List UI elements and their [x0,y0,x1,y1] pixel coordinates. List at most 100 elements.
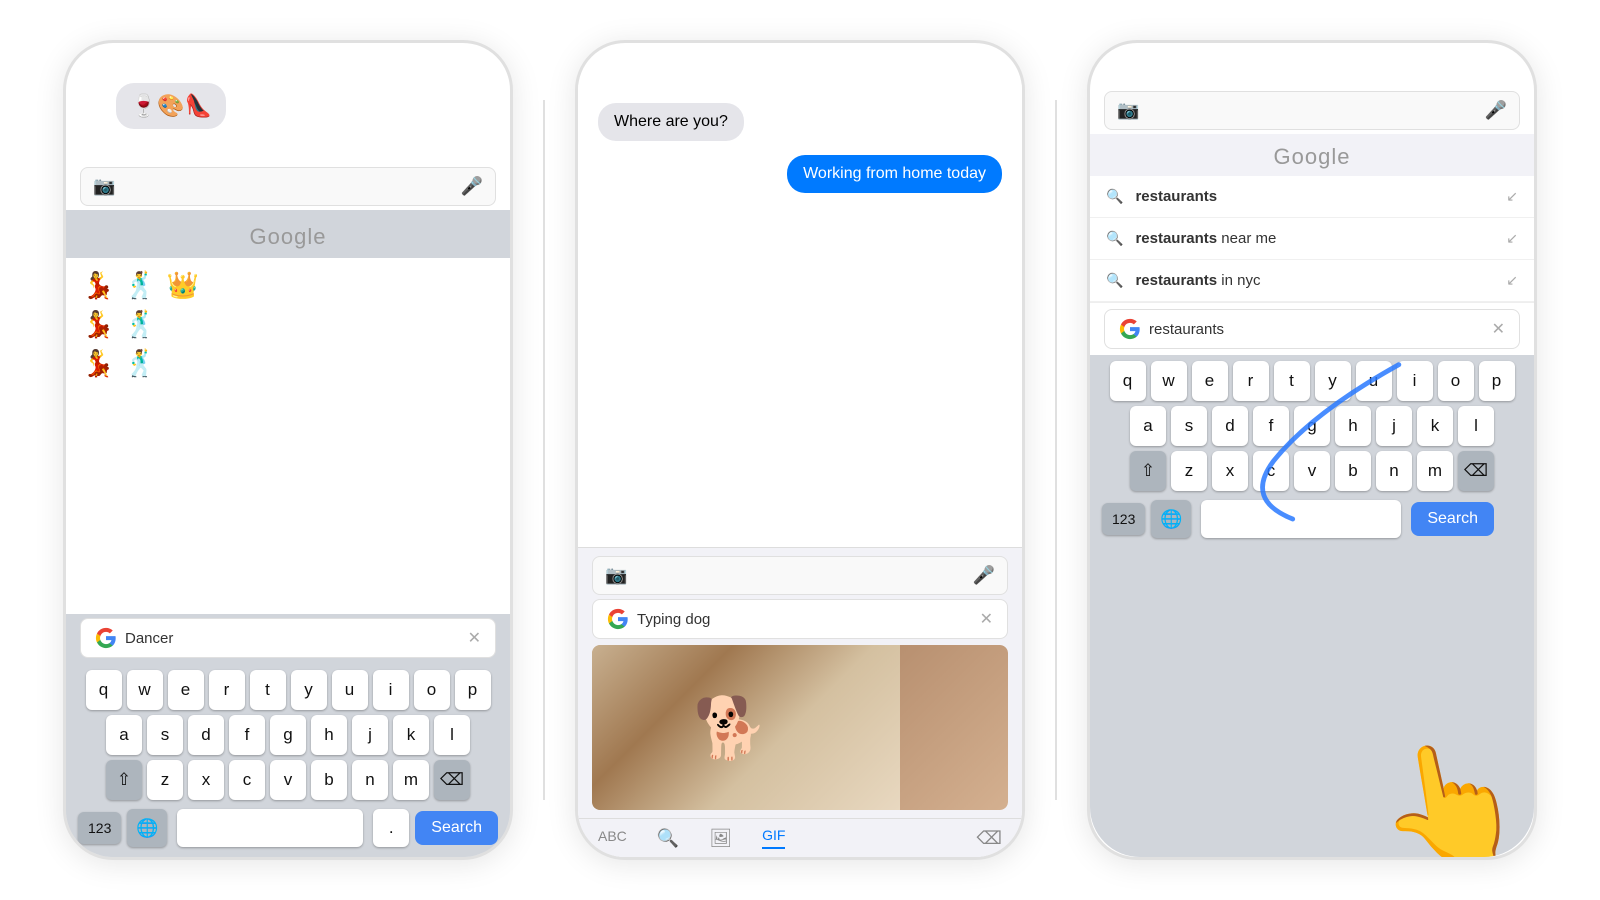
key-h[interactable]: h [311,715,347,755]
key-k[interactable]: k [393,715,429,755]
key-x[interactable]: x [188,760,224,800]
key-n[interactable]: n [352,760,388,800]
phone3-search-button[interactable]: Search [1411,502,1494,536]
key-g[interactable]: g [270,715,306,755]
suggestion-arrow-2: ↙ [1506,230,1518,247]
key-p3-r[interactable]: r [1233,361,1269,401]
gif-search-bar: ✕ [592,599,1008,639]
key-p3-m[interactable]: m [1417,451,1453,491]
key-q[interactable]: q [86,670,122,710]
key-r[interactable]: r [209,670,245,710]
key-p3-x[interactable]: x [1212,451,1248,491]
key-globe[interactable]: 🌐 [127,809,167,847]
key-period[interactable]: . [373,809,409,847]
key-o[interactable]: o [414,670,450,710]
key-p3-delete[interactable]: ⌫ [1458,451,1494,491]
emoji-cell[interactable]: 💃 [80,268,116,303]
key-p3-y[interactable]: y [1315,361,1351,401]
phone3-query-input[interactable] [1149,321,1484,338]
key-p3-u[interactable]: u [1356,361,1392,401]
key-p3-e[interactable]: e [1192,361,1228,401]
search-tab-icon[interactable]: 🔍 [657,828,679,849]
camera-icon[interactable]: 📷 [93,176,115,197]
key-num[interactable]: 123 [78,812,121,844]
emoji-cell[interactable]: 🕺 [122,268,158,303]
key-f[interactable]: f [229,715,265,755]
emoji-cell[interactable]: 💃 [80,307,116,342]
key-p3-w[interactable]: w [1151,361,1187,401]
key-b[interactable]: b [311,760,347,800]
emoji-cell[interactable]: 🕺 [122,307,158,342]
key-w[interactable]: w [127,670,163,710]
key-p3-t[interactable]: t [1274,361,1310,401]
phone1-query-input[interactable] [125,630,460,647]
key-p3-shift[interactable]: ⇧ [1130,451,1166,491]
suggestion-row-3[interactable]: 🔍 restaurants in nyc ↙ [1090,260,1534,302]
suggestion-row-1[interactable]: 🔍 restaurants ↙ [1090,176,1534,218]
key-p3-d[interactable]: d [1212,406,1248,446]
gif-delete-icon[interactable]: ⌫ [977,828,1002,849]
key-j[interactable]: j [352,715,388,755]
key-l[interactable]: l [434,715,470,755]
key-p3-n[interactable]: n [1376,451,1412,491]
phone1-search-input[interactable] [123,178,452,195]
key-p3-q[interactable]: q [1110,361,1146,401]
key-u[interactable]: u [332,670,368,710]
key-m[interactable]: m [393,760,429,800]
suggestion-text-2: restaurants near me [1135,230,1494,247]
key-p3-p[interactable]: p [1479,361,1515,401]
key-p3-v[interactable]: v [1294,451,1330,491]
key-p[interactable]: p [455,670,491,710]
mic-icon-3[interactable]: 🎤 [1485,100,1507,121]
phone3-clear-icon[interactable]: ✕ [1492,319,1505,339]
key-shift[interactable]: ⇧ [106,760,142,800]
key-t[interactable]: t [250,670,286,710]
key-p3-g[interactable]: g [1294,406,1330,446]
key-p3-i[interactable]: i [1397,361,1433,401]
phone2-search-input[interactable] [635,567,964,584]
emoji-cell[interactable]: 🕺 [122,346,158,381]
tab-gif[interactable]: GIF [762,827,785,849]
gif-clear-icon[interactable]: ✕ [980,609,993,629]
phone3-google-header: Google [1090,134,1534,176]
key-p3-o[interactable]: o [1438,361,1474,401]
key-delete[interactable]: ⌫ [434,760,470,800]
key-y[interactable]: y [291,670,327,710]
key-e[interactable]: e [168,670,204,710]
key-a[interactable]: a [106,715,142,755]
tab-abc[interactable]: ABC [598,828,627,848]
camera-icon-3[interactable]: 📷 [1117,100,1139,121]
key-p3-k[interactable]: k [1417,406,1453,446]
key-space[interactable] [177,809,363,847]
key-p3-c[interactable]: c [1253,451,1289,491]
key-p3-l[interactable]: l [1458,406,1494,446]
clear-icon[interactable]: ✕ [468,628,481,648]
mic-icon-2[interactable]: 🎤 [973,565,995,586]
key-v[interactable]: v [270,760,306,800]
emoji-cell[interactable]: 💃 [80,346,116,381]
camera-icon-2[interactable]: 📷 [605,565,627,586]
key-p3-space[interactable] [1201,500,1401,538]
key-p3-num[interactable]: 123 [1102,503,1145,535]
key-row-p3-2: a s d f g h j k l [1094,406,1530,446]
emoji-cell[interactable]: 👑 [165,268,201,303]
key-s[interactable]: s [147,715,183,755]
key-p3-s[interactable]: s [1171,406,1207,446]
key-p3-h[interactable]: h [1335,406,1371,446]
search-button[interactable]: Search [415,811,498,845]
key-i[interactable]: i [373,670,409,710]
key-d[interactable]: d [188,715,224,755]
key-p3-j[interactable]: j [1376,406,1412,446]
key-c[interactable]: c [229,760,265,800]
key-p3-a[interactable]: a [1130,406,1166,446]
key-p3-z[interactable]: z [1171,451,1207,491]
suggestion-row-2[interactable]: 🔍 restaurants near me ↙ [1090,218,1534,260]
phone3-search-input[interactable] [1147,102,1476,119]
key-z[interactable]: z [147,760,183,800]
key-p3-b[interactable]: b [1335,451,1371,491]
image-tab-icon[interactable]: 🖼 [709,828,732,849]
mic-icon[interactable]: 🎤 [461,176,483,197]
key-p3-f[interactable]: f [1253,406,1289,446]
key-p3-globe[interactable]: 🌐 [1151,500,1191,538]
gif-query-input[interactable] [637,611,972,628]
